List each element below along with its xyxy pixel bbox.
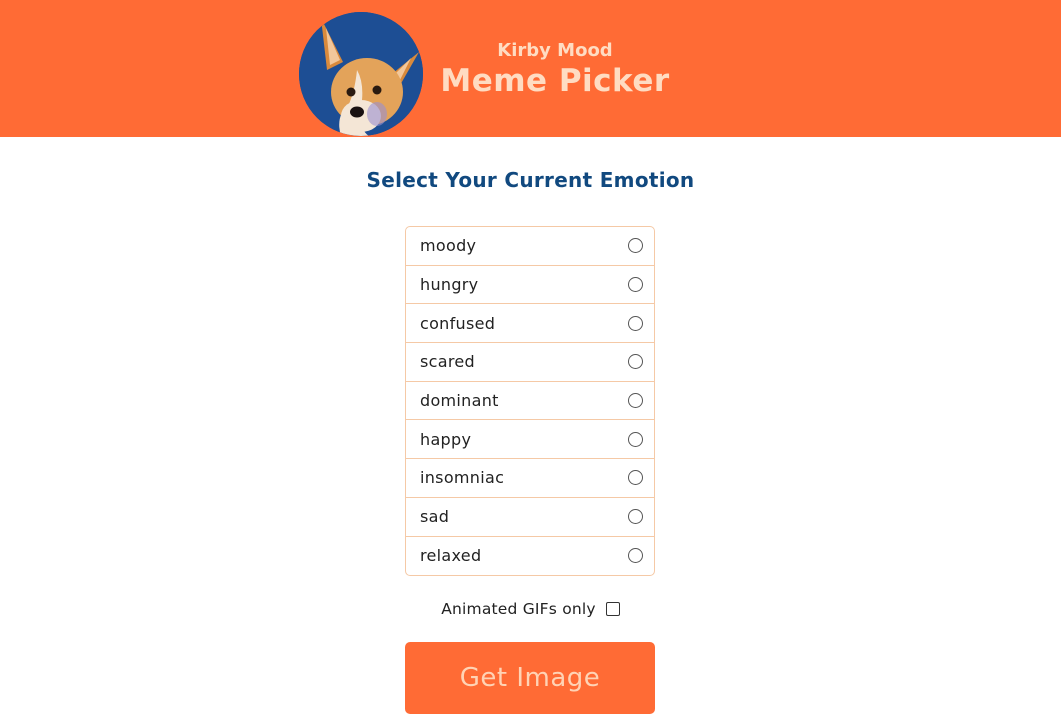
emotion-option-moody[interactable]: moody [406, 227, 654, 266]
radio-button[interactable] [628, 548, 643, 564]
emotion-label: dominant [420, 391, 499, 411]
radio-button[interactable] [628, 238, 643, 254]
emotion-heading: Select Your Current Emotion [366, 168, 695, 192]
emotion-label: scared [420, 352, 475, 372]
emotion-label: relaxed [420, 546, 482, 566]
emotion-label: sad [420, 507, 450, 527]
corgi-avatar [299, 12, 423, 136]
gif-only-label: Animated GIFs only [441, 600, 596, 618]
radio-button[interactable] [628, 315, 643, 331]
emotion-option-dominant[interactable]: dominant [406, 382, 654, 421]
corgi-icon [299, 12, 423, 136]
title-block: Kirby Mood Meme Picker [440, 40, 670, 100]
emotion-option-scared[interactable]: scared [406, 343, 654, 382]
emotion-option-happy[interactable]: happy [406, 420, 654, 460]
radio-button[interactable] [628, 393, 643, 409]
app-title: Meme Picker [440, 63, 670, 99]
emotion-option-insomniac[interactable]: insomniac [406, 459, 654, 498]
emotion-option-hungry[interactable]: hungry [406, 266, 654, 305]
get-image-button[interactable]: Get Image [405, 642, 655, 714]
emotion-label: confused [420, 313, 496, 333]
emotion-option-relaxed[interactable]: relaxed [406, 537, 654, 576]
gif-only-option: Animated GIFs only [0, 597, 1061, 621]
app-subtitle: Kirby Mood [497, 40, 613, 61]
radio-button[interactable] [628, 277, 643, 293]
emotion-label: insomniac [420, 468, 505, 488]
radio-button[interactable] [628, 431, 643, 447]
emotion-option-confused[interactable]: confused [406, 304, 654, 344]
emotion-option-sad[interactable]: sad [406, 498, 654, 537]
gif-only-checkbox[interactable] [605, 602, 620, 616]
emotion-label: moody [420, 236, 477, 256]
radio-button[interactable] [628, 509, 643, 525]
radio-button[interactable] [628, 470, 643, 486]
emotion-label: hungry [420, 275, 479, 295]
app-header: Kirby Mood Meme Picker [0, 0, 1061, 137]
emotion-radio-list: moody hungry confused scared dominant ha… [405, 226, 655, 577]
radio-button[interactable] [628, 354, 643, 370]
emotion-label: happy [420, 429, 472, 449]
